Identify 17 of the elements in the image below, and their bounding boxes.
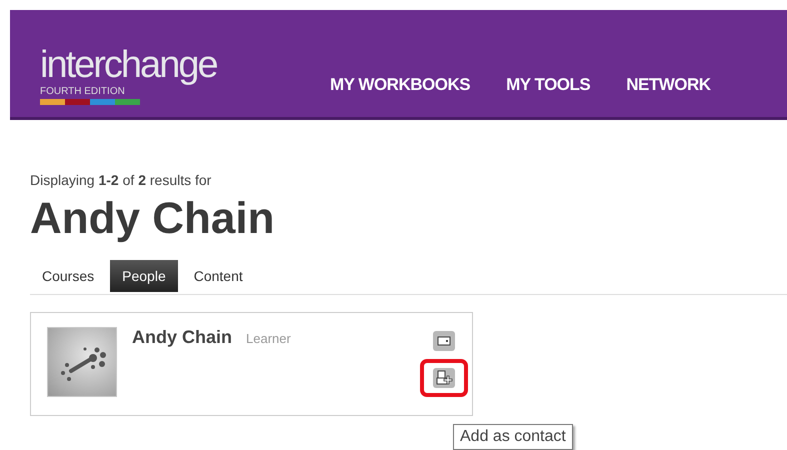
avatar-icon	[47, 327, 117, 397]
tooltip: Add as contact	[453, 424, 573, 450]
edition-label: FOURTH EDITION	[40, 86, 126, 97]
results-summary: Displaying 1-2 of 2 results for	[30, 172, 212, 188]
logo-text: interchange	[40, 43, 218, 87]
nav-link[interactable]: MY TOOLS	[506, 75, 590, 95]
tab[interactable]: Content	[182, 260, 255, 292]
add-contact-icon[interactable]	[433, 368, 455, 388]
nav-link[interactable]: MY WORKBOOKS	[330, 75, 470, 95]
nav-link[interactable]: NETWORK	[626, 75, 711, 95]
color-stripe-icon	[40, 99, 140, 105]
search-query-title: Andy Chain	[30, 194, 276, 244]
role-label: Learner	[246, 331, 291, 346]
card-icon[interactable]	[433, 331, 455, 351]
person-name[interactable]: Andy Chain	[132, 327, 232, 348]
tab[interactable]: Courses	[30, 260, 106, 292]
tab[interactable]: People	[110, 260, 178, 292]
